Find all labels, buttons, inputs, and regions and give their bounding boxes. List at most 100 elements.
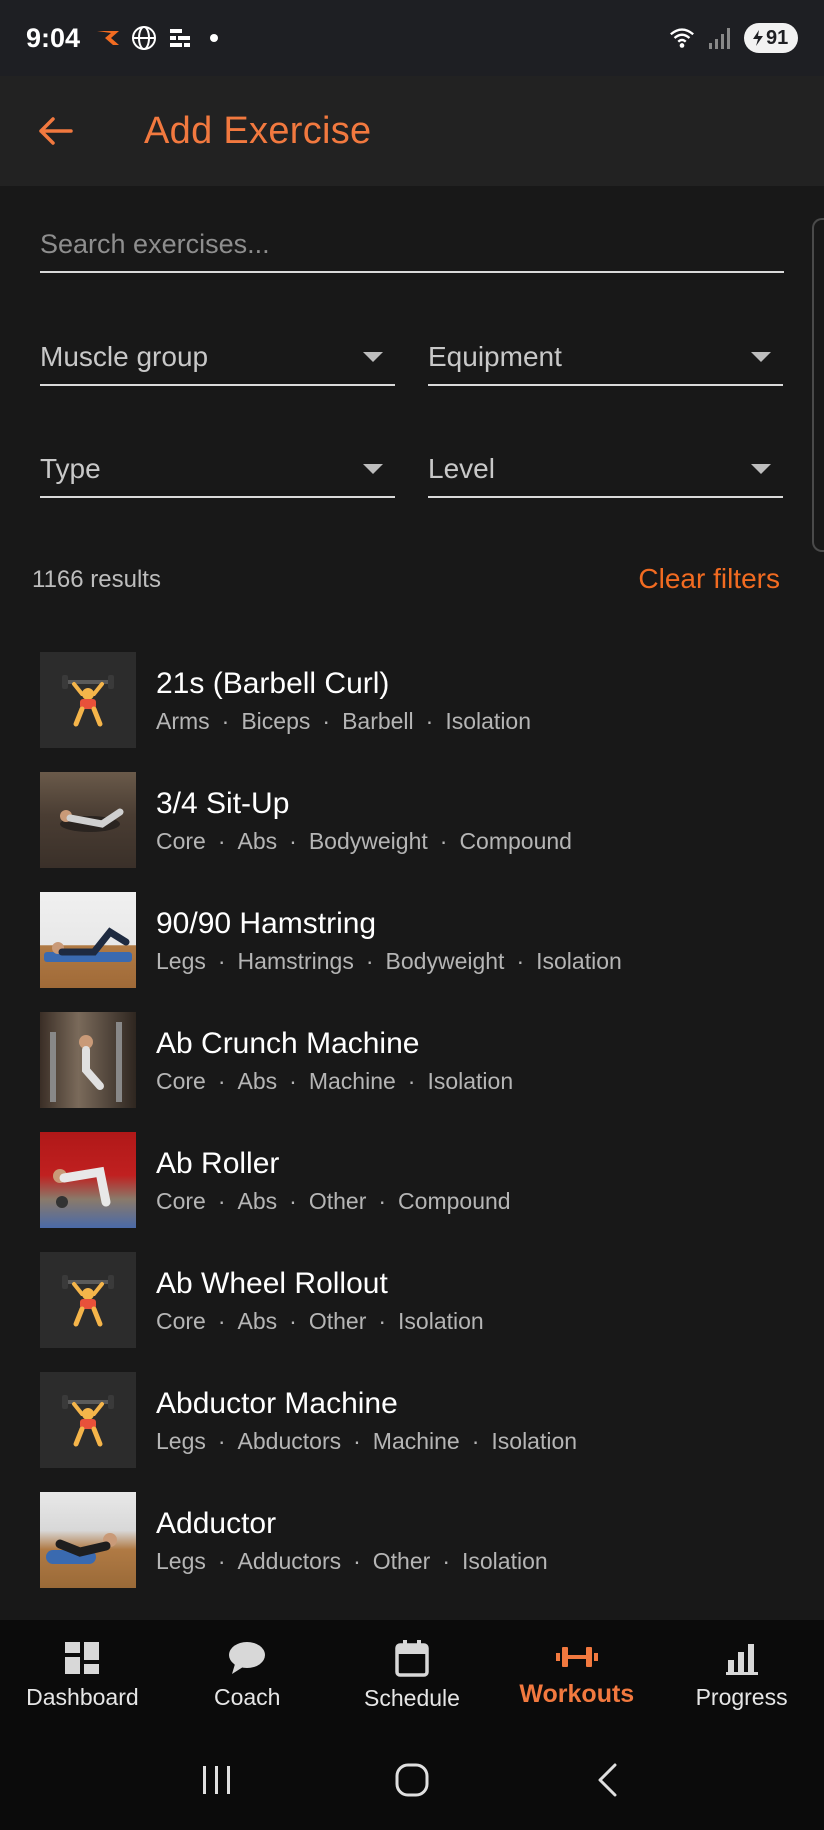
exercise-photo bbox=[40, 1492, 136, 1588]
nav-dashboard[interactable]: Dashboard bbox=[0, 1620, 165, 1730]
exercise-photo bbox=[40, 1012, 136, 1108]
list-item[interactable]: 3/4 Sit-Up Core Abs Bodyweight Compound bbox=[0, 760, 824, 880]
exercise-tags: Arms Biceps Barbell Isolation bbox=[156, 708, 531, 735]
list-item[interactable]: Adductor Legs Adductors Other Isolation bbox=[0, 1480, 824, 1600]
exercise-tag: Isolation bbox=[430, 1548, 548, 1575]
list-item[interactable]: 90/90 Hamstring Legs Hamstrings Bodyweig… bbox=[0, 880, 824, 1000]
muscle-group-dropdown[interactable]: Muscle group bbox=[40, 330, 395, 386]
exercise-tag: Legs bbox=[156, 1547, 206, 1574]
exercise-tag: Arms bbox=[156, 707, 210, 734]
exercise-tag: Abs bbox=[206, 1068, 278, 1095]
calendar-icon bbox=[395, 1639, 429, 1677]
exercise-name: 3/4 Sit-Up bbox=[156, 786, 290, 820]
wifi-icon bbox=[668, 24, 696, 52]
exercise-name: 90/90 Hamstring bbox=[156, 906, 377, 940]
nav-label: Schedule bbox=[364, 1684, 460, 1711]
exercise-tag: Abs bbox=[206, 1188, 278, 1215]
grid-app-icon bbox=[166, 24, 194, 52]
status-bar: 9:04 91 bbox=[0, 0, 824, 76]
dropdown-arrow-icon bbox=[751, 464, 771, 474]
exercise-name: Adductor bbox=[156, 1506, 277, 1540]
exercise-name: Ab Wheel Rollout bbox=[156, 1266, 388, 1300]
equipment-label: Equipment bbox=[428, 341, 562, 372]
nav-coach[interactable]: Coach bbox=[165, 1620, 330, 1730]
exercise-name: Ab Roller bbox=[156, 1146, 280, 1180]
exercise-tag: Adductors bbox=[206, 1548, 342, 1575]
list-item[interactable]: 21s (Barbell Curl) Arms Biceps Barbell I… bbox=[0, 640, 824, 760]
search-input[interactable] bbox=[40, 218, 784, 270]
exercise-tag: Compound bbox=[366, 1188, 511, 1215]
exercise-tag: Core bbox=[156, 1307, 206, 1334]
level-dropdown[interactable]: Level bbox=[428, 442, 783, 498]
exercise-tag: Isolation bbox=[366, 1308, 484, 1335]
exercise-tag: Compound bbox=[428, 828, 572, 855]
level-label: Level bbox=[428, 453, 495, 484]
exercise-photo bbox=[40, 772, 136, 868]
arrow-left-icon bbox=[39, 117, 73, 145]
chat-bubble-icon bbox=[229, 1641, 266, 1674]
back-button[interactable] bbox=[0, 76, 110, 186]
nav-label: Progress bbox=[695, 1683, 788, 1710]
battery-icon: 91 bbox=[744, 23, 798, 53]
exercise-tags: Core Abs Other Isolation bbox=[156, 1308, 484, 1335]
clear-filters-button[interactable]: Clear filters bbox=[638, 563, 780, 595]
exercise-tag: Isolation bbox=[414, 708, 531, 735]
exercise-tags: Legs Hamstrings Bodyweight Isolation bbox=[156, 948, 622, 975]
recent-apps-button[interactable] bbox=[177, 1745, 257, 1815]
bottom-nav: Dashboard Coach Schedule Workouts Progre… bbox=[0, 1620, 824, 1730]
home-icon bbox=[395, 1763, 429, 1797]
results-count: 1166 results bbox=[32, 566, 161, 593]
exercise-tag: Hamstrings bbox=[206, 948, 354, 975]
page-title: Add Exercise bbox=[144, 109, 372, 152]
exercise-tag: Biceps bbox=[210, 708, 310, 735]
exercise-tag: Isolation bbox=[460, 1428, 577, 1455]
exercise-tags: Legs Abductors Machine Isolation bbox=[156, 1428, 577, 1455]
exercise-tag: Bodyweight bbox=[277, 828, 428, 855]
list-item[interactable]: Ab Roller Core Abs Other Compound bbox=[0, 1120, 824, 1240]
dropdown-arrow-icon bbox=[751, 352, 771, 362]
nav-label: Dashboard bbox=[26, 1683, 139, 1710]
weightlifter-icon bbox=[40, 652, 136, 748]
system-nav bbox=[0, 1730, 824, 1830]
home-button[interactable] bbox=[372, 1745, 452, 1815]
nav-workouts[interactable]: Workouts bbox=[494, 1620, 659, 1730]
recent-apps-icon bbox=[203, 1766, 231, 1794]
muscle-group-label: Muscle group bbox=[40, 341, 209, 372]
exercise-tag: Bodyweight bbox=[354, 948, 505, 975]
globe-icon bbox=[130, 24, 158, 52]
type-dropdown[interactable]: Type bbox=[40, 442, 395, 498]
strava-icon bbox=[94, 24, 122, 52]
bar-chart-icon bbox=[725, 1643, 758, 1675]
equipment-dropdown[interactable]: Equipment bbox=[428, 330, 783, 386]
exercise-tag: Other bbox=[341, 1548, 431, 1575]
exercise-tag: Abs bbox=[206, 1308, 278, 1335]
scroll-indicator bbox=[812, 218, 824, 552]
weightlifter-icon bbox=[40, 1252, 136, 1348]
exercise-name: 21s (Barbell Curl) bbox=[156, 666, 390, 700]
app-bar: Add Exercise bbox=[0, 76, 824, 186]
list-item[interactable]: Ab Wheel Rollout Core Abs Other Isolatio… bbox=[0, 1240, 824, 1360]
exercise-photo bbox=[40, 892, 136, 988]
dropdown-arrow-icon bbox=[363, 464, 383, 474]
exercise-tag: Isolation bbox=[396, 1068, 513, 1095]
exercise-tag: Abductors bbox=[206, 1428, 342, 1455]
notification-dot bbox=[210, 34, 219, 42]
nav-progress[interactable]: Progress bbox=[659, 1620, 824, 1730]
exercise-tag: Legs bbox=[156, 947, 206, 974]
list-item[interactable]: Abductor Machine Legs Abductors Machine … bbox=[0, 1360, 824, 1480]
exercise-tag: Other bbox=[277, 1308, 367, 1335]
exercise-tag: Other bbox=[277, 1188, 367, 1215]
exercise-name: Ab Crunch Machine bbox=[156, 1026, 420, 1060]
nav-schedule[interactable]: Schedule bbox=[330, 1620, 495, 1730]
back-icon bbox=[598, 1763, 617, 1797]
list-item[interactable]: Ab Crunch Machine Core Abs Machine Isola… bbox=[0, 1000, 824, 1120]
type-label: Type bbox=[40, 453, 101, 484]
signal-icon bbox=[706, 24, 734, 52]
exercise-tag: Core bbox=[156, 827, 206, 854]
exercise-tags: Core Abs Machine Isolation bbox=[156, 1068, 513, 1095]
system-back-button[interactable] bbox=[567, 1745, 647, 1815]
exercise-tag: Machine bbox=[341, 1428, 460, 1455]
exercise-tag: Abs bbox=[206, 828, 278, 855]
exercise-tags: Core Abs Bodyweight Compound bbox=[156, 828, 572, 855]
battery-level: 91 bbox=[766, 26, 789, 49]
